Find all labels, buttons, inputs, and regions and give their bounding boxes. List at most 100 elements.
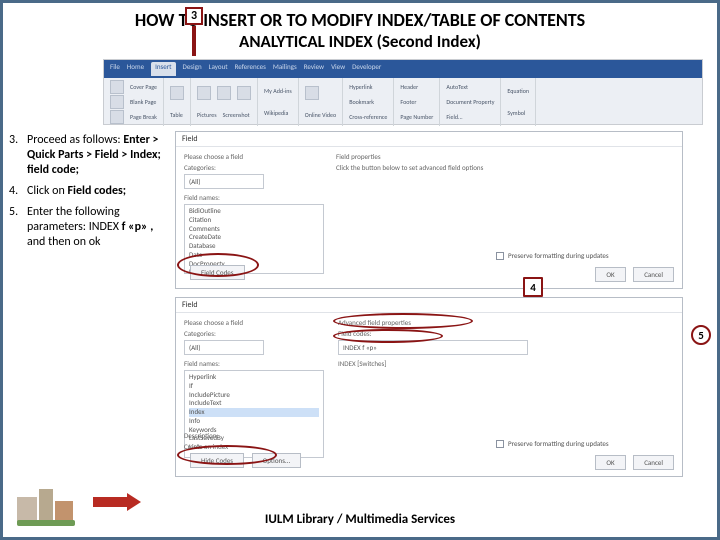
ribbon-tabs: File Home Insert Design Layout Reference… [104,60,702,78]
footer-text: IULM Library / Multimedia Services [3,512,717,527]
shapes-icon [217,86,231,100]
step-badge-3-label: 3 [191,9,197,23]
callout-5: 5 [691,325,711,345]
instruction-5-number: 5. [9,205,27,250]
dialog2-cat-label: Categories: [184,329,324,338]
dialog2-preserve-checkbox[interactable]: Preserve formatting during updates [496,439,609,448]
page-number-button[interactable]: Page Number [400,113,433,121]
dialog1-cat-label: Categories: [184,163,324,172]
checkbox-icon [496,252,504,260]
instructions-panel: 3. Proceed as follows: Enter > Quick Par… [9,133,163,256]
page-break-button[interactable]: Page Break [130,113,157,121]
list-item-selected[interactable]: Index [189,408,319,417]
bookmark-button[interactable]: Bookmark [349,98,374,106]
dialog1-choose-label: Please choose a field [184,152,324,161]
tab-view[interactable]: View [331,62,345,76]
table-button[interactable]: Table [170,111,184,119]
tab-design[interactable]: Design [183,62,202,76]
slide: HOW TO INSERT OR TO MODIFY INDEX/TABLE O… [0,0,720,540]
chart-icon [237,86,251,100]
symbol-button[interactable]: Symbol [507,109,525,117]
ribbon-group-illustrations: Pictures Screenshot [191,78,258,126]
equation-button[interactable]: Equation [507,87,529,95]
tab-file[interactable]: File [110,62,120,76]
ribbon-group-media: Online Video [299,78,343,126]
instruction-3-text: Proceed as follows: Enter > Quick Parts … [27,133,163,178]
cover-page-button[interactable]: Cover Page [130,83,157,91]
tab-mailings[interactable]: Mailings [273,62,297,76]
title-line-2: ANALYTICAL INDEX (Second Index) [3,31,717,52]
dialog1-title: Field [176,132,682,147]
step-badge-3: 3 [185,7,203,25]
dialog1-categories-select[interactable]: (All) [184,174,264,189]
video-icon [305,86,319,100]
list-item[interactable]: Database [189,242,319,251]
ribbon-group-links: Hyperlink Bookmark Cross-reference [343,78,394,126]
dialog1-names-label: Field names: [184,193,324,202]
autotext-button[interactable]: AutoText [446,83,468,91]
next-arrow-icon [93,493,143,511]
dialog2-categories-select[interactable]: (All) [184,340,264,355]
dialog1-cancel-button[interactable]: Cancel [633,267,674,282]
screenshot-button[interactable]: Screenshot [223,111,250,119]
dialog2-choose-label: Please choose a field [184,318,324,327]
dialog1-right: Field properties Click the button below … [336,152,656,174]
dialog2-title: Field [176,298,682,313]
checkbox-icon [496,440,504,448]
instruction-5-text: Enter the following parameters: INDEX f … [27,205,163,250]
hyperlink-button[interactable]: Hyperlink [349,83,372,91]
dialog1-preserve-checkbox[interactable]: Preserve formatting during updates [496,251,609,260]
list-item[interactable]: Hyperlink [189,373,319,382]
ribbon-group-symbols: Equation Symbol [501,78,536,126]
page-icon [110,80,124,94]
cross-reference-button[interactable]: Cross-reference [349,113,387,121]
ribbon-group-tables: Table [164,78,191,126]
dialog2-desc-label: Description: [184,431,301,440]
callout-4: 4 [523,277,543,297]
annotation-ring-description [177,445,277,465]
table-icon [170,86,184,100]
dialog2-syntax: INDEX [Switches] [338,359,548,368]
dialog2-footer: OK Cancel [589,455,674,470]
dialog2-cancel-button[interactable]: Cancel [633,455,674,470]
my-addins-button[interactable]: My Add-ins [264,87,292,95]
dialog1-footer: OK Cancel [589,267,674,282]
tab-home[interactable]: Home [127,62,144,76]
tab-developer[interactable]: Developer [352,62,381,76]
tab-review[interactable]: Review [304,62,324,76]
pictures-button[interactable]: Pictures [197,111,217,119]
header-button[interactable]: Header [400,83,418,91]
instruction-4: 4. Click on Field codes; [9,184,163,199]
step-badge-3-connector [192,26,196,56]
ribbon-group-text: AutoText Document Property Field... [440,78,501,126]
dialog1-props-hint: Click the button below to set advanced f… [336,163,656,172]
dialog2-names-label: Field names: [184,359,324,368]
footer-button[interactable]: Footer [400,98,416,106]
dialog2-ok-button[interactable]: OK [595,455,625,470]
annotation-ring-advanced [333,313,473,329]
page-icon [110,95,124,109]
instruction-5: 5. Enter the following parameters: INDEX… [9,205,163,250]
page-icon [110,110,124,124]
wikipedia-button[interactable]: Wikipedia [264,109,288,117]
blank-page-button[interactable]: Blank Page [130,98,156,106]
doc-property-button[interactable]: Document Property [446,98,494,106]
dialog1-ok-button[interactable]: OK [595,267,625,282]
online-video-button[interactable]: Online Video [305,111,336,119]
tab-layout[interactable]: Layout [209,62,228,76]
ribbon-group-pages: Cover Page Blank Page Page Break [104,78,164,126]
pictures-icon [197,86,211,100]
dialog1-props-label: Field properties [336,152,656,161]
instruction-3-number: 3. [9,133,27,178]
ribbon-group-header: Header Footer Page Number [394,78,440,126]
instruction-4-number: 4. [9,184,27,199]
annotation-ring-field-codes [177,253,259,277]
list-item[interactable]: IncludeText [189,399,319,408]
ribbon-body: Cover Page Blank Page Page Break Table P… [104,78,702,126]
annotation-ring-formula [333,329,443,343]
field-menu-button[interactable]: Field... [446,113,462,121]
tab-insert[interactable]: Insert [151,62,175,76]
ribbon-group-addins: My Add-ins Wikipedia [258,78,299,126]
instruction-4-text: Click on Field codes; [27,184,126,199]
tab-references[interactable]: References [235,62,266,76]
